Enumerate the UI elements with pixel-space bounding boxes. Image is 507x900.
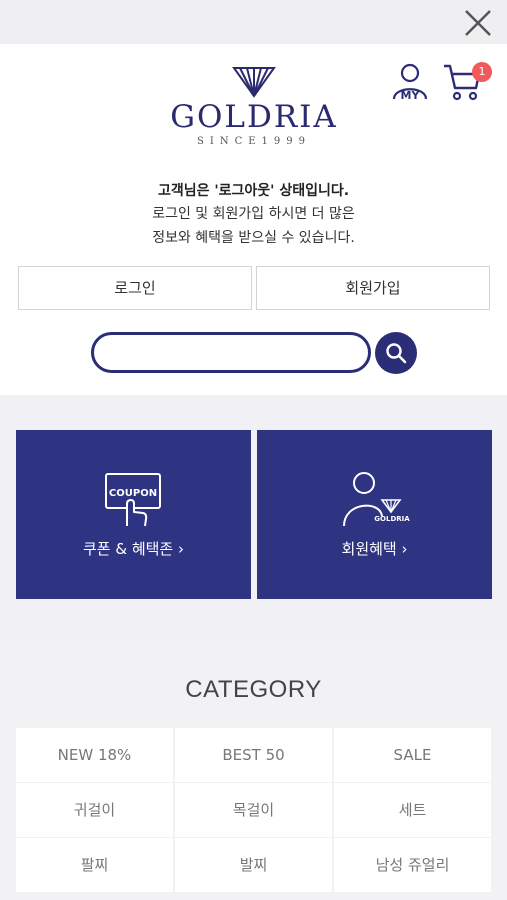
member-benefit-tile[interactable]: GOLDRIA 회원혜택 › — [257, 430, 492, 599]
close-button[interactable] — [463, 8, 493, 38]
member-icon-text: GOLDRIA — [374, 515, 410, 523]
brand-since: SINCE1999 — [197, 136, 311, 147]
category-item[interactable]: 남성 쥬얼리 — [334, 838, 491, 892]
login-status-notice: 고객님은 '로그아웃' 상태입니다. 로그인 및 회원가입 하시면 더 많은 정… — [0, 180, 507, 250]
search-input[interactable] — [91, 332, 371, 373]
notice-line: 로그인 및 회원가입 하시면 더 많은 — [152, 206, 355, 222]
my-label: MY — [401, 89, 421, 102]
member-icon: GOLDRIA — [342, 472, 410, 527]
category-item[interactable]: 발찌 — [175, 838, 332, 892]
search-button[interactable] — [375, 332, 417, 374]
login-button[interactable]: 로그인 — [18, 266, 252, 310]
coupon-benefit-label: 쿠폰 & 혜택존 › — [83, 540, 184, 558]
notice-title: 고객님은 '로그아웃' 상태입니다. — [157, 183, 350, 199]
category-item[interactable]: 목걸이 — [175, 783, 332, 837]
brand-name: GOLDRIA — [170, 99, 338, 135]
cart-button[interactable]: 1 — [442, 60, 492, 104]
cart-count-badge: 1 — [472, 62, 492, 82]
top-bar — [0, 0, 507, 44]
coupon-icon: COUPON — [104, 473, 161, 527]
coupon-benefit-zone-tile[interactable]: COUPON 쿠폰 & 혜택존 › — [16, 430, 251, 599]
coupon-icon-text: COUPON — [108, 488, 156, 499]
close-icon — [465, 10, 491, 36]
account-panel: GOLDRIA SINCE1999 MY 1 고객님은 '로그아웃' 상태입니다… — [0, 44, 507, 395]
brand-logo[interactable]: GOLDRIA SINCE1999 — [162, 66, 346, 156]
search-icon — [386, 343, 407, 364]
category-item[interactable]: BEST 50 — [175, 728, 332, 782]
category-item[interactable]: 귀걸이 — [16, 783, 173, 837]
category-item[interactable]: 세트 — [334, 783, 491, 837]
diamond-icon — [232, 67, 276, 98]
user-icon: MY — [392, 63, 428, 102]
category-item[interactable]: 팔찌 — [16, 838, 173, 892]
member-benefit-label: 회원혜택 › — [341, 540, 408, 558]
notice-line: 정보와 혜택을 받으실 수 있습니다. — [152, 230, 355, 246]
my-page-button[interactable]: MY — [390, 62, 430, 102]
category-section: CATEGORY NEW 18% BEST 50 SALE 귀걸이 목걸이 세트… — [0, 640, 507, 900]
category-item[interactable]: NEW 18% — [16, 728, 173, 782]
signup-button[interactable]: 회원가입 — [256, 266, 490, 310]
category-title: CATEGORY — [185, 676, 322, 703]
category-item[interactable]: SALE — [334, 728, 491, 782]
